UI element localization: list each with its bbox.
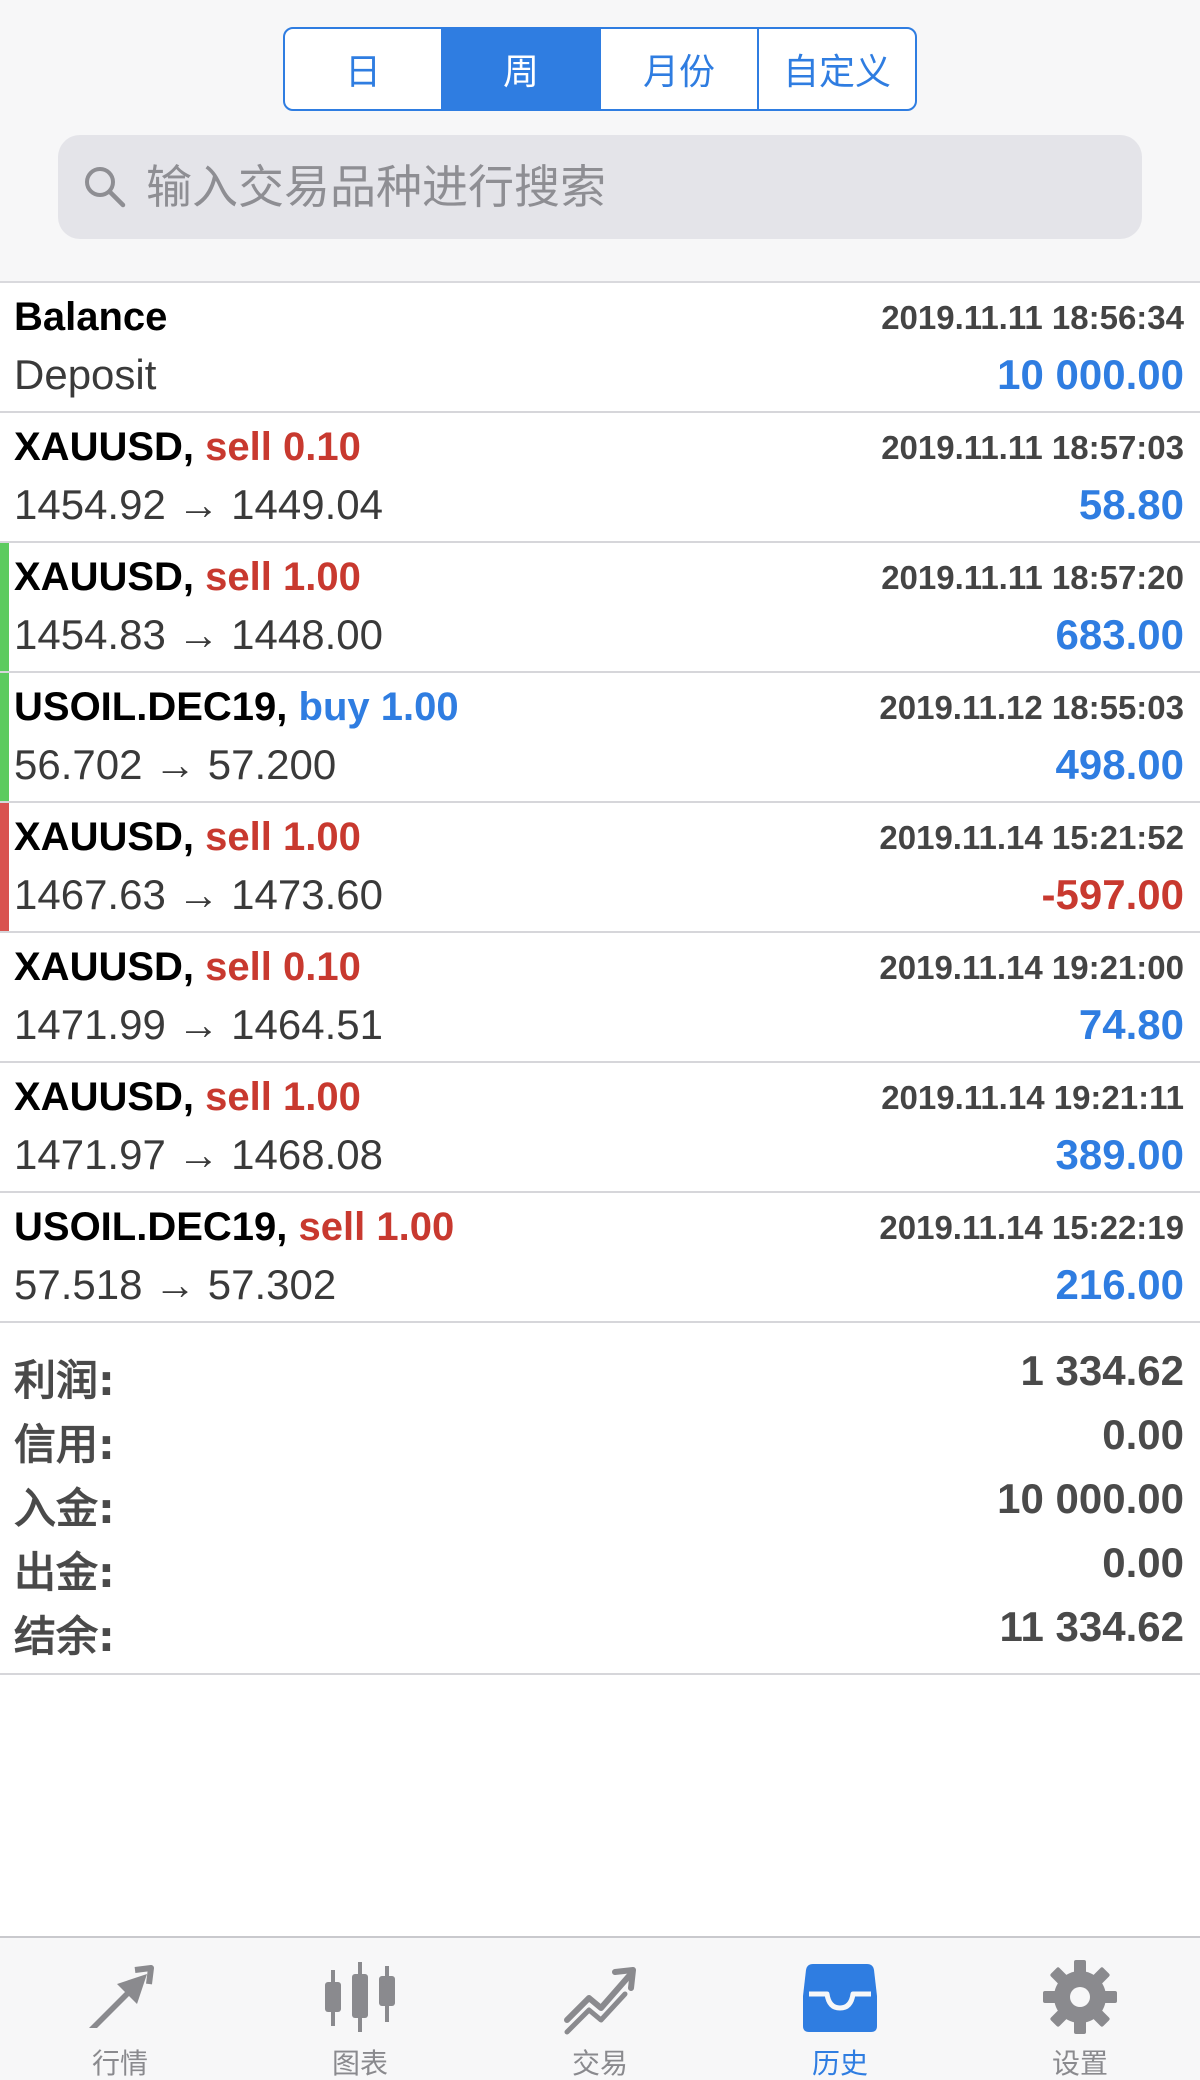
summary-label: 信用: [14,1420,115,1469]
balance-time: 2019.11.11 18:56:34 [881,299,1184,336]
tab-label: 行情 [91,2047,148,2080]
deal-action: sell 0.10 [205,425,361,469]
deal-row[interactable]: XAUUSD, sell 1.00 2019.11.14 15:21:52 14… [0,803,1200,933]
deal-time: 2019.11.14 15:21:52 [879,819,1184,856]
search-icon [85,167,126,208]
settings-icon [1043,1960,1117,2034]
summary-value: 11 334.62 [999,1603,1184,1650]
deal-action: sell 1.00 [205,815,361,859]
summary-label: 出金: [14,1548,115,1597]
bottom-tab-bar: 行情 图表 交易 历史 设置 [0,1936,1200,2080]
search-input[interactable] [146,160,1106,214]
account-summary: 利润: 1 334.62 信用: 0.00 入金: 10 000.00 出金: … [0,1327,1200,1675]
quotes-icon [89,1965,154,2028]
summary-profit: 利润: 1 334.62 [0,1347,1200,1411]
deal-symbol: XAUUSD, [14,945,195,989]
period-tab-month[interactable]: 月份 [599,29,757,109]
period-selector: 日 周 月份 自定义 [283,27,917,111]
tab-trade[interactable]: 交易 [480,1938,720,2080]
deal-time: 2019.11.14 15:22:19 [879,1209,1184,1246]
summary-label: 利润: [14,1356,115,1405]
period-tab-day[interactable]: 日 [285,29,441,109]
period-tab-custom[interactable]: 自定义 [757,29,915,109]
tab-label: 历史 [811,2047,868,2080]
search-bar[interactable] [58,135,1142,239]
tab-label: 设置 [1051,2047,1108,2080]
deal-symbol: XAUUSD, [14,1075,195,1119]
summary-label: 结余: [14,1612,115,1661]
summary-value: 1 334.62 [1020,1347,1185,1394]
deal-action: buy 1.00 [298,685,459,729]
period-tab-week[interactable]: 周 [441,29,599,109]
deal-prices: 1454.83 → 1448.00 [14,611,383,658]
deal-row[interactable]: XAUUSD, sell 0.10 2019.11.14 19:21:00 14… [0,933,1200,1063]
deal-row[interactable]: XAUUSD, sell 1.00 2019.11.14 19:21:11 14… [0,1063,1200,1193]
deal-time: 2019.11.12 18:55:03 [879,689,1184,726]
header-area: 日 周 月份 自定义 [0,0,1200,283]
balance-amount: 10 000.00 [997,351,1184,398]
deal-action: sell 1.00 [298,1205,455,1249]
summary-withdrawal: 出金: 0.00 [0,1539,1200,1603]
balance-title: Balance [14,295,168,339]
deal-time: 2019.11.14 19:21:00 [879,949,1184,986]
deal-prices: 1471.97 → 1468.08 [14,1131,383,1178]
deal-action: sell 0.10 [205,945,361,989]
deal-symbol: XAUUSD, [14,815,195,859]
tab-label: 图表 [331,2047,388,2080]
deal-symbol: XAUUSD, [14,555,195,599]
deal-row[interactable]: USOIL.DEC19, sell 1.00 2019.11.14 15:22:… [0,1193,1200,1323]
tab-settings[interactable]: 设置 [960,1938,1200,2080]
deal-header: USOIL.DEC19, buy 1.00 [14,685,459,730]
deal-row[interactable]: XAUUSD, sell 0.10 2019.11.11 18:57:03 14… [0,413,1200,543]
loss-marker [0,803,9,931]
deal-profit: 74.80 [1078,1001,1184,1048]
deal-time: 2019.11.11 18:57:03 [881,429,1184,466]
deal-header: USOIL.DEC19, sell 1.00 [14,1205,454,1250]
summary-label: 入金: [14,1484,115,1533]
deal-row[interactable]: USOIL.DEC19, buy 1.00 2019.11.12 18:55:0… [0,673,1200,803]
tab-quotes[interactable]: 行情 [0,1938,240,2080]
deal-profit: 389.00 [1055,1131,1184,1178]
deal-symbol: XAUUSD, [14,425,195,469]
tab-label: 交易 [571,2047,628,2080]
deal-prices: 57.518 → 57.302 [14,1261,337,1308]
profit-marker [0,543,9,671]
deal-prices: 1467.63 → 1473.60 [14,871,383,918]
deal-row[interactable]: XAUUSD, sell 1.00 2019.11.11 18:57:20 14… [0,543,1200,673]
tab-history[interactable]: 历史 [720,1938,960,2080]
deal-profit: 498.00 [1055,741,1184,788]
deal-header: XAUUSD, sell 0.10 [14,945,361,990]
tab-chart[interactable]: 图表 [240,1938,480,2080]
profit-marker [0,673,9,801]
summary-credit: 信用: 0.00 [0,1411,1200,1475]
summary-deposit: 入金: 10 000.00 [0,1475,1200,1539]
deal-profit: 216.00 [1055,1261,1184,1308]
deal-header: XAUUSD, sell 1.00 [14,555,361,600]
chart-icon [325,1962,395,2032]
deal-header: XAUUSD, sell 1.00 [14,815,361,860]
trade-icon [564,1967,636,2035]
summary-balance: 结余: 11 334.62 [0,1603,1200,1667]
summary-value: 10 000.00 [997,1475,1184,1522]
deal-profit: 683.00 [1055,611,1184,658]
deal-symbol: USOIL.DEC19, [14,685,288,729]
summary-value: 0.00 [1102,1539,1184,1586]
deal-profit: -597.00 [1041,871,1184,918]
deal-profit: 58.80 [1078,481,1184,528]
balance-row[interactable]: Balance 2019.11.11 18:56:34 Deposit 10 0… [0,283,1200,413]
deal-prices: 1471.99 → 1464.51 [14,1001,383,1048]
deal-symbol: USOIL.DEC19, [14,1205,288,1249]
deal-header: XAUUSD, sell 0.10 [14,425,361,470]
deal-time: 2019.11.14 19:21:11 [881,1079,1184,1116]
history-list: Balance 2019.11.11 18:56:34 Deposit 10 0… [0,283,1200,1323]
deal-time: 2019.11.11 18:57:20 [881,559,1184,596]
deal-prices: 1454.92 → 1449.04 [14,481,383,528]
summary-value: 0.00 [1102,1411,1184,1458]
deal-action: sell 1.00 [205,555,361,599]
deal-prices: 56.702 → 57.200 [14,741,337,788]
deal-header: XAUUSD, sell 1.00 [14,1075,361,1120]
history-icon [803,1964,877,2032]
balance-comment: Deposit [14,351,157,398]
deal-action: sell 1.00 [205,1075,361,1119]
